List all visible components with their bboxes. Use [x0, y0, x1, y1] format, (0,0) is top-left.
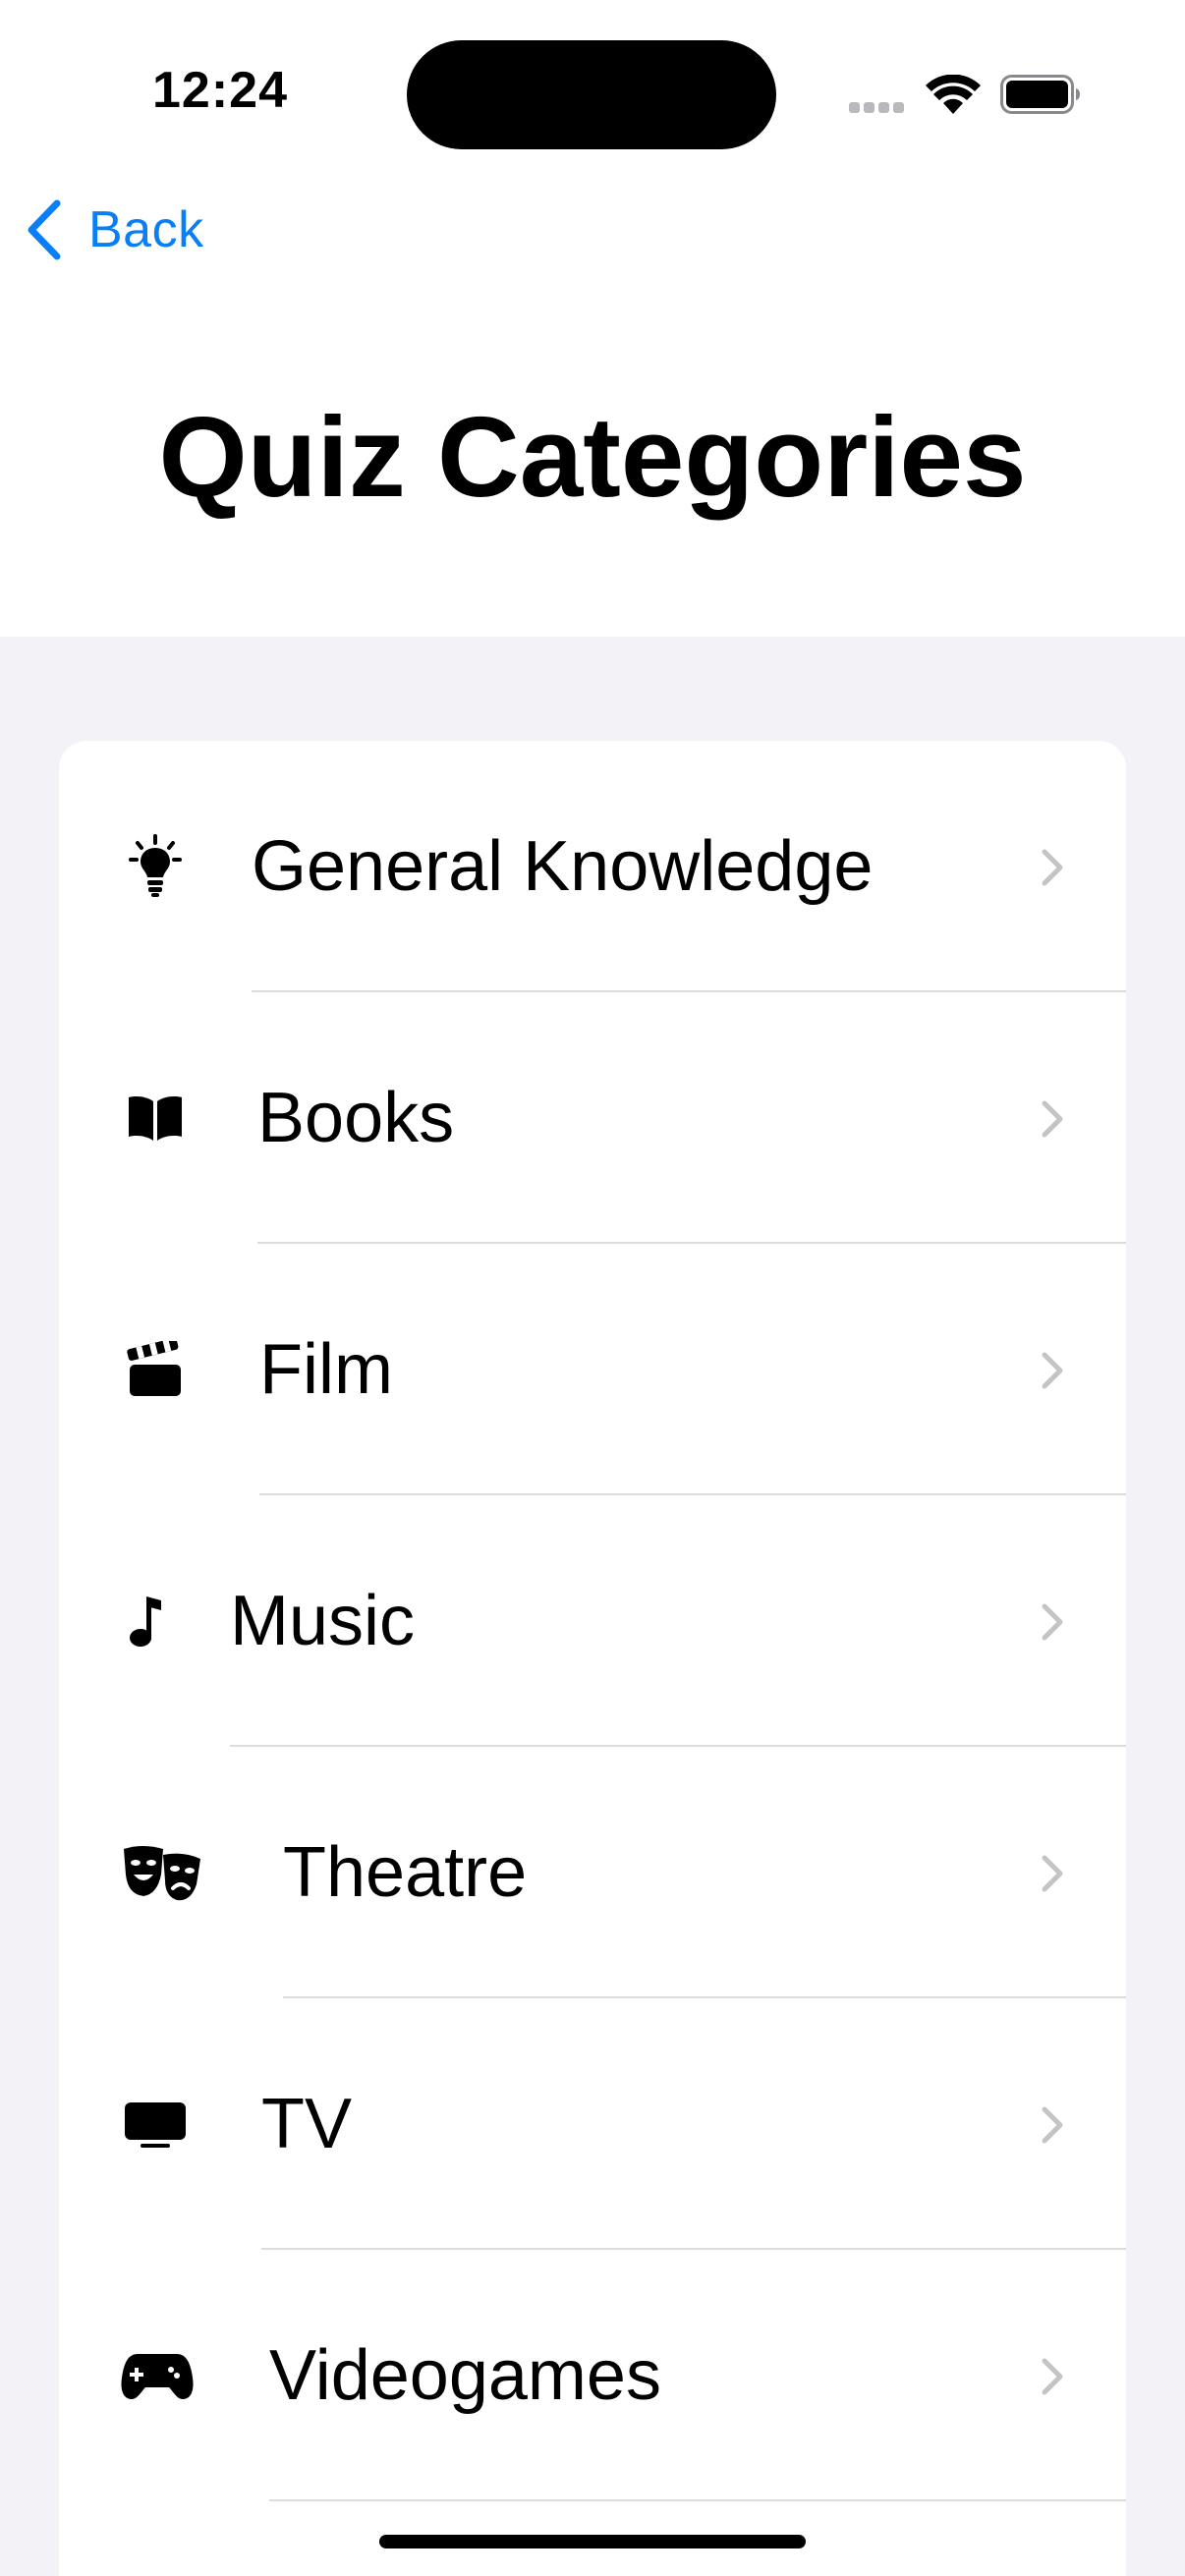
chevron-right-icon [1042, 849, 1063, 886]
music-note-icon [112, 1590, 183, 1652]
list-item-label: Books [257, 1079, 455, 1157]
list-item-label: General Knowledge [252, 827, 874, 906]
clapperboard-icon [120, 1338, 191, 1401]
list-item-label: Theatre [283, 1833, 528, 1912]
list-item-label: Music [230, 1582, 416, 1660]
list-item-label: Film [259, 1330, 393, 1409]
chevron-left-icon [28, 199, 61, 260]
chevron-right-icon [1042, 1855, 1063, 1892]
battery-icon [1000, 75, 1080, 114]
home-indicator [379, 2535, 806, 2548]
list-item-tv[interactable]: TV [59, 1998, 1126, 2250]
dynamic-island [407, 40, 776, 149]
list-item-music[interactable]: Music [59, 1495, 1126, 1747]
chevron-right-icon [1042, 2106, 1063, 2144]
chevron-right-icon [1042, 2358, 1063, 2395]
book-icon [120, 1087, 191, 1149]
list-item-label: TV [261, 2085, 353, 2163]
separator [269, 2499, 1126, 2501]
list-item-books[interactable]: Books [59, 992, 1126, 1244]
category-list: General Knowledge Books Film Music Theat… [59, 741, 1126, 2576]
chevron-right-icon [1042, 1352, 1063, 1389]
lightbulb-icon [120, 834, 191, 898]
status-time: 12:24 [152, 62, 288, 119]
tv-icon [120, 2093, 191, 2156]
cellular-signal-icon [849, 102, 906, 114]
list-item-general-knowledge[interactable]: General Knowledge [59, 741, 1126, 992]
page-title: Quiz Categories [158, 393, 1027, 521]
wifi-icon [926, 75, 981, 114]
list-item-theatre[interactable]: Theatre [59, 1747, 1126, 1998]
list-item-label: Videogames [269, 2336, 661, 2415]
chevron-right-icon [1042, 1100, 1063, 1138]
back-button[interactable]: Back [24, 195, 204, 265]
back-button-label: Back [88, 201, 204, 258]
list-item-film[interactable]: Film [59, 1244, 1126, 1495]
chevron-right-icon [1042, 1603, 1063, 1641]
theatre-masks-icon [120, 1841, 204, 1904]
status-bar: 12:24 [0, 0, 1185, 177]
list-item-videogames[interactable]: Videogames [59, 2250, 1126, 2501]
gamecontroller-icon [120, 2344, 195, 2407]
